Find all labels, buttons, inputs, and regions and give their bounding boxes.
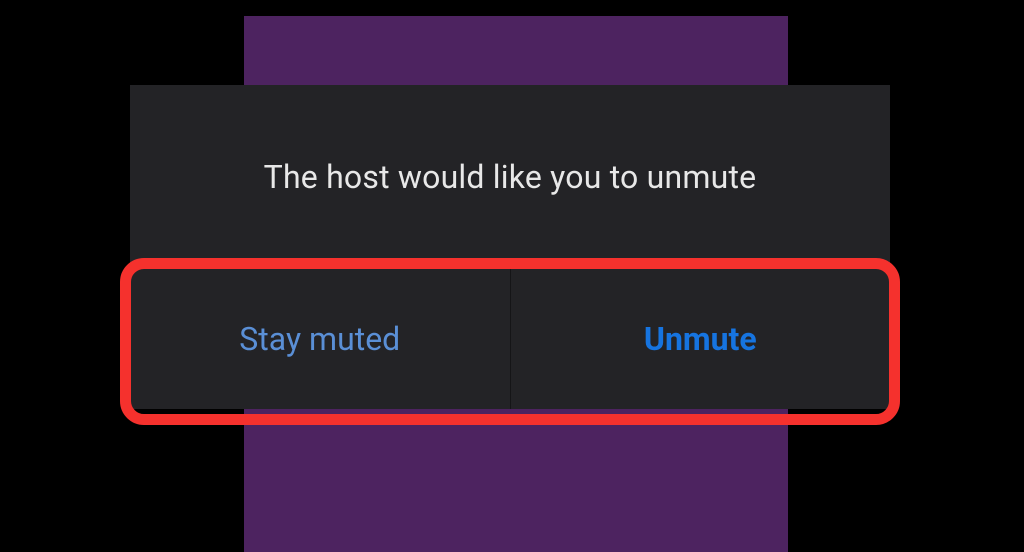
stay-muted-label: Stay muted (239, 320, 400, 358)
unmute-button[interactable]: Unmute (511, 269, 891, 409)
dialog-button-row: Stay muted Unmute (130, 269, 890, 409)
stay-muted-button[interactable]: Stay muted (130, 269, 510, 409)
unmute-label: Unmute (644, 320, 757, 358)
dialog-message: The host would like you to unmute (264, 158, 757, 196)
unmute-request-dialog: The host would like you to unmute Stay m… (130, 85, 890, 409)
dialog-message-area: The host would like you to unmute (130, 85, 890, 268)
